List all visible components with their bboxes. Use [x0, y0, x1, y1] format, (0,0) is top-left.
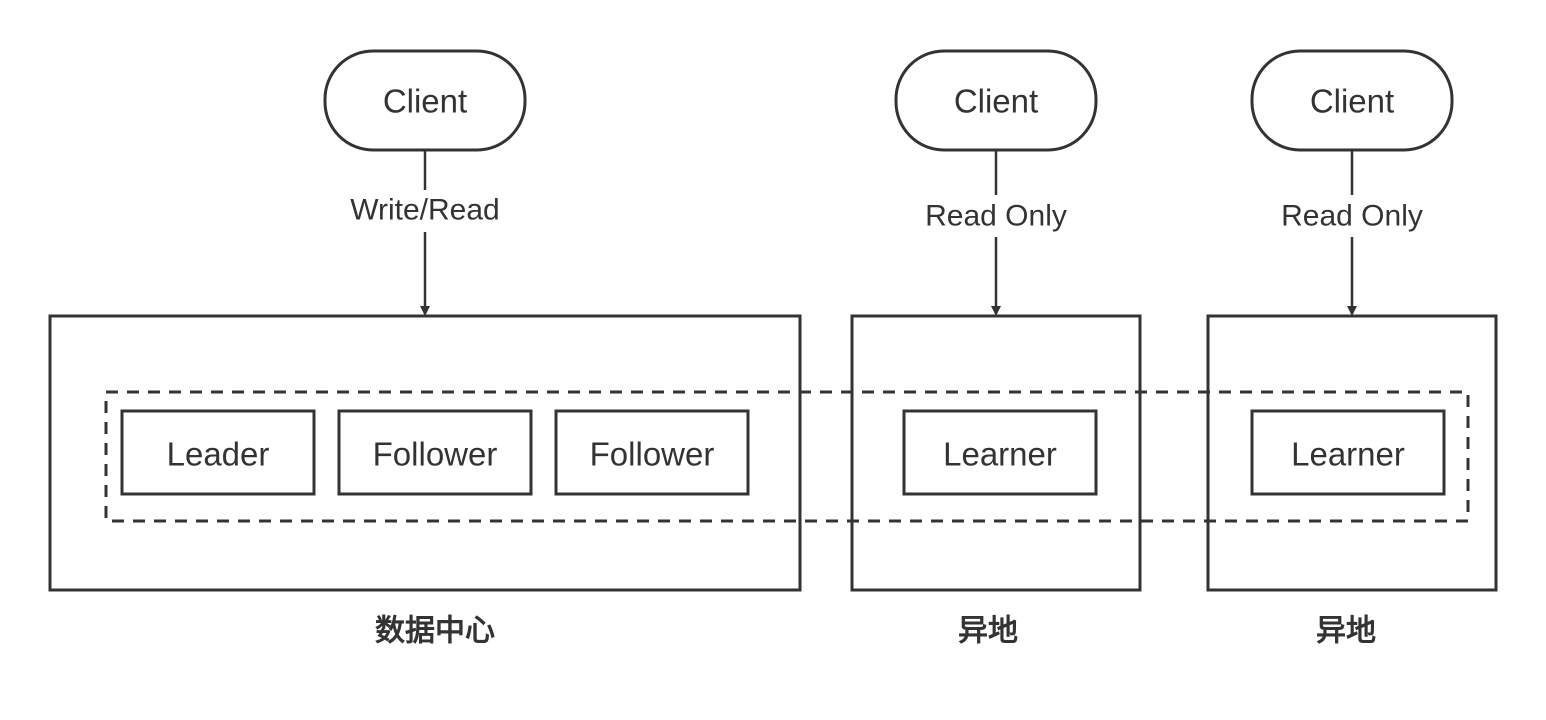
follower-node-1: Follower: [337, 409, 533, 496]
client-node-1: Client: [323, 49, 527, 152]
follower-label-1: Follower: [373, 436, 498, 473]
client-node-2: Client: [894, 49, 1098, 152]
edge-label-read-only-2: Read Only: [1281, 200, 1423, 233]
datacenter-label: 数据中心: [375, 614, 495, 649]
follower-label-2: Follower: [590, 436, 715, 473]
client-label-2: Client: [954, 83, 1038, 120]
learner-label-2: Learner: [1291, 436, 1405, 473]
learner-node-2: Learner: [1250, 409, 1446, 496]
client-label-3: Client: [1310, 83, 1394, 120]
remote-label-1: 异地: [958, 614, 1018, 649]
follower-node-2: Follower: [554, 409, 750, 496]
remote-label-2: 异地: [1316, 614, 1376, 649]
leader-node: Leader: [120, 409, 316, 496]
client-label-1: Client: [383, 83, 467, 120]
learner-node-1: Learner: [902, 409, 1098, 496]
learner-label-1: Learner: [943, 436, 1057, 473]
leader-label: Leader: [167, 436, 270, 473]
edge-label-read-only-1: Read Only: [925, 200, 1067, 233]
architecture-diagram: Client Client Client Write/Read Read Onl…: [48, 49, 1498, 649]
client-node-3: Client: [1250, 49, 1454, 152]
edge-label-write-read: Write/Read: [350, 194, 500, 227]
